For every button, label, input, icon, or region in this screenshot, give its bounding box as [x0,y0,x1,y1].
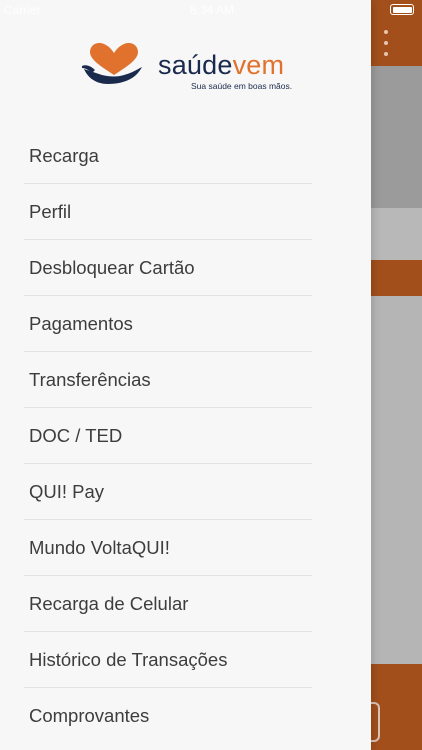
brand-word-part1: saúde [158,50,233,80]
menu-item-desbloquear-cartao[interactable]: Desbloquear Cartão [0,240,371,296]
brand-wordmark: saúdevem [158,50,284,81]
battery-icon [390,4,414,15]
status-time: 8:34 AM [190,3,235,17]
status-carrier: Carrier [4,3,41,17]
menu-item-perfil[interactable]: Perfil [0,184,371,240]
drawer-menu: Recarga Perfil Desbloquear Cartão Pagame… [0,128,371,744]
navigation-drawer: Carrier 8:34 AM saúdevem Sua saúde em bo… [0,0,371,750]
brand-word-part2: vem [232,50,285,80]
menu-item-pagamentos[interactable]: Pagamentos [0,296,371,352]
brand-tagline: Sua saúde em boas mãos. [191,81,293,91]
status-bar: Carrier 8:34 AM [0,0,371,22]
menu-item-transferencias[interactable]: Transferências [0,352,371,408]
kebab-menu-icon[interactable] [380,30,392,56]
app-screen: Carrier 8:34 AM saúdevem Sua saúde em bo… [0,0,422,750]
heart-hand-logo-icon [82,42,142,84]
menu-item-doc-ted[interactable]: DOC / TED [0,408,371,464]
brand-logo: saúdevem Sua saúde em boas mãos. [0,22,371,116]
menu-item-comprovantes[interactable]: Comprovantes [0,688,371,744]
menu-item-historico-transacoes[interactable]: Histórico de Transações [0,632,371,688]
menu-item-recarga-celular[interactable]: Recarga de Celular [0,576,371,632]
menu-item-recarga[interactable]: Recarga [0,128,371,184]
menu-item-qui-pay[interactable]: QUI! Pay [0,464,371,520]
menu-item-mundo-voltaqui[interactable]: Mundo VoltaQUI! [0,520,371,576]
